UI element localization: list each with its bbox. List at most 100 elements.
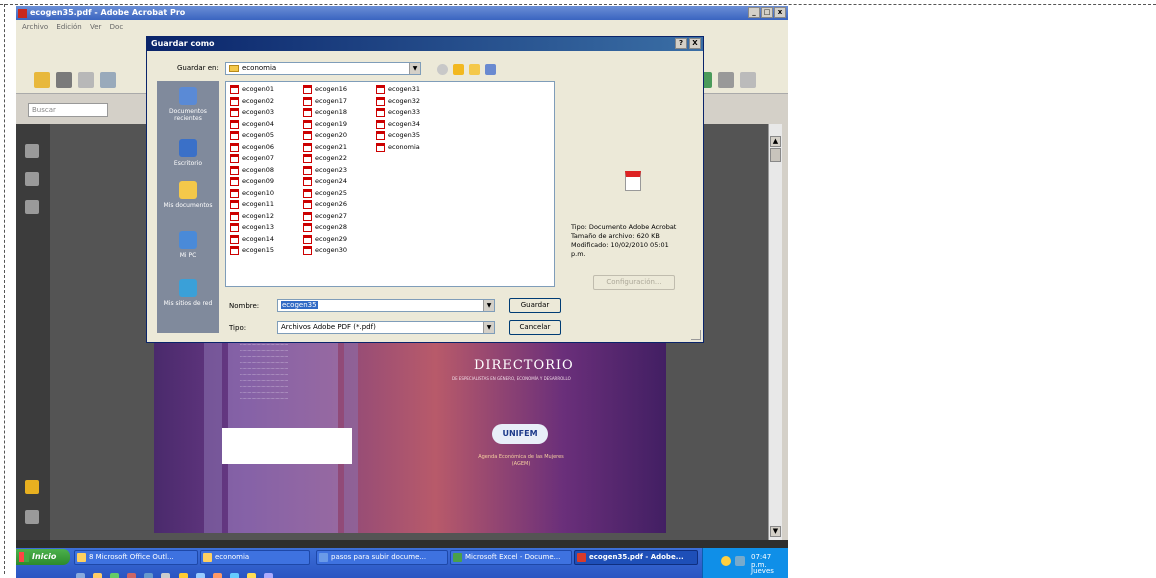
scroll-down-arrow[interactable]: ▼ [770, 526, 781, 537]
file-item[interactable]: ecogen08 [229, 165, 301, 177]
file-item[interactable]: ecogen15 [229, 245, 301, 257]
print-icon[interactable] [56, 72, 72, 88]
file-item[interactable]: ecogen32 [375, 96, 447, 108]
file-item[interactable]: ecogen02 [229, 96, 301, 108]
tray-icon[interactable] [735, 556, 745, 566]
file-item[interactable]: ecogen33 [375, 107, 447, 119]
place-desktop[interactable]: Escritorio [157, 139, 219, 167]
document-scrollbar[interactable]: ▲ ▼ [768, 124, 782, 540]
file-item[interactable]: ecogen26 [302, 199, 374, 211]
file-item[interactable]: ecogen07 [229, 153, 301, 165]
file-list[interactable]: ecogen01 ecogen02 ecogen03 ecogen04 ecogen05… [225, 81, 555, 287]
dialog-close-button[interactable]: X [689, 38, 701, 49]
search-input[interactable]: Buscar [28, 103, 108, 117]
file-item[interactable]: ecogen34 [375, 119, 447, 131]
save-button[interactable]: Guardar [509, 298, 561, 313]
task-excel[interactable]: Microsoft Excel - Docume... [450, 550, 572, 565]
comments-icon[interactable] [25, 480, 39, 494]
chevron-down-icon[interactable]: ▼ [409, 63, 420, 74]
file-item[interactable]: ecogen35 [375, 130, 447, 142]
file-item[interactable]: ecogen06 [229, 142, 301, 154]
attachments-icon[interactable] [25, 172, 39, 186]
file-item[interactable]: ecogen20 [302, 130, 374, 142]
close-button[interactable]: x [774, 7, 786, 18]
file-item[interactable]: ecogen25 [302, 188, 374, 200]
tray-icon[interactable] [721, 556, 731, 566]
new-folder-icon[interactable] [469, 64, 480, 75]
menu-ver[interactable]: Ver [90, 23, 101, 31]
quick-launch-icon[interactable] [212, 573, 222, 578]
place-my-computer[interactable]: Mi PC [157, 231, 219, 259]
file-item[interactable]: ecogen18 [302, 107, 374, 119]
secure-icon[interactable] [740, 72, 756, 88]
quick-launch-icon[interactable] [178, 573, 188, 578]
place-network[interactable]: Mis sitios de red [157, 279, 219, 307]
email-icon[interactable] [100, 72, 116, 88]
file-item[interactable]: ecogen12 [229, 211, 301, 223]
paperclip-icon[interactable] [25, 510, 39, 524]
file-item[interactable]: ecogen01 [229, 84, 301, 96]
scroll-thumb[interactable] [770, 148, 781, 162]
quick-launch-icon[interactable] [264, 573, 274, 578]
task-economia-folder[interactable]: economia [200, 550, 310, 565]
configuration-button[interactable]: Configuración... [593, 275, 675, 290]
scroll-up-arrow[interactable]: ▲ [770, 136, 781, 147]
resize-grip[interactable] [691, 330, 701, 340]
view-menu-icon[interactable] [485, 64, 496, 75]
quick-launch-icon[interactable] [76, 573, 85, 578]
file-item[interactable]: ecogen14 [229, 234, 301, 246]
sign-icon[interactable] [718, 72, 734, 88]
file-item[interactable]: ecogen03 [229, 107, 301, 119]
pages-icon[interactable] [25, 144, 39, 158]
file-item[interactable]: economia [375, 142, 447, 154]
chevron-down-icon[interactable]: ▼ [483, 300, 494, 311]
file-item[interactable]: ecogen16 [302, 84, 374, 96]
back-icon[interactable] [437, 64, 448, 75]
menu-documento[interactable]: Doc [110, 23, 124, 31]
file-item[interactable]: ecogen22 [302, 153, 374, 165]
file-item[interactable]: ecogen11 [229, 199, 301, 211]
file-item[interactable]: ecogen27 [302, 211, 374, 223]
file-item[interactable]: ecogen19 [302, 119, 374, 131]
file-item[interactable]: ecogen13 [229, 222, 301, 234]
file-item[interactable]: ecogen24 [302, 176, 374, 188]
file-item[interactable]: ecogen23 [302, 165, 374, 177]
cancel-button[interactable]: Cancelar [509, 320, 561, 335]
file-item[interactable]: ecogen05 [229, 130, 301, 142]
quick-launch-icon[interactable] [161, 573, 171, 578]
menu-archivo[interactable]: Archivo [22, 23, 48, 31]
maximize-button[interactable]: □ [761, 7, 773, 18]
start-button[interactable]: Inicio [16, 549, 70, 565]
file-item[interactable]: ecogen31 [375, 84, 447, 96]
file-item[interactable]: ecogen10 [229, 188, 301, 200]
file-item[interactable]: ecogen17 [302, 96, 374, 108]
signatures-icon[interactable] [25, 200, 39, 214]
quick-launch-icon[interactable] [229, 573, 239, 578]
task-word-doc[interactable]: pasos para subir docume... [316, 550, 448, 565]
quick-launch-icon[interactable] [127, 573, 137, 578]
quick-launch-icon[interactable] [144, 573, 154, 578]
quick-launch-icon[interactable] [195, 573, 205, 578]
quick-launch-icon[interactable] [110, 573, 120, 578]
place-my-documents[interactable]: Mis documentos [157, 181, 219, 209]
place-recent-documents[interactable]: Documentos recientes [157, 87, 219, 122]
minimize-button[interactable]: _ [748, 7, 760, 18]
save-in-combo[interactable]: economia ▼ [225, 62, 421, 75]
menu-edicion[interactable]: Edición [56, 23, 81, 31]
help-button[interactable]: ? [675, 38, 687, 49]
task-acrobat[interactable]: ecogen35.pdf - Adobe... [574, 550, 698, 565]
save-icon[interactable] [78, 72, 94, 88]
quick-launch-icon[interactable] [93, 573, 103, 578]
file-item[interactable]: ecogen30 [302, 245, 374, 257]
open-folder-icon[interactable] [34, 72, 50, 88]
file-name-input[interactable]: ecogen35 ▼ [277, 299, 495, 312]
file-item[interactable]: ecogen04 [229, 119, 301, 131]
file-type-select[interactable]: Archivos Adobe PDF (*.pdf) ▼ [277, 321, 495, 334]
up-folder-icon[interactable] [453, 64, 464, 75]
file-item[interactable]: ecogen28 [302, 222, 374, 234]
file-item[interactable]: ecogen21 [302, 142, 374, 154]
file-item[interactable]: ecogen29 [302, 234, 374, 246]
file-item[interactable]: ecogen09 [229, 176, 301, 188]
quick-launch-icon[interactable] [246, 573, 256, 578]
task-outlook[interactable]: 8 Microsoft Office Outl... [74, 550, 198, 565]
